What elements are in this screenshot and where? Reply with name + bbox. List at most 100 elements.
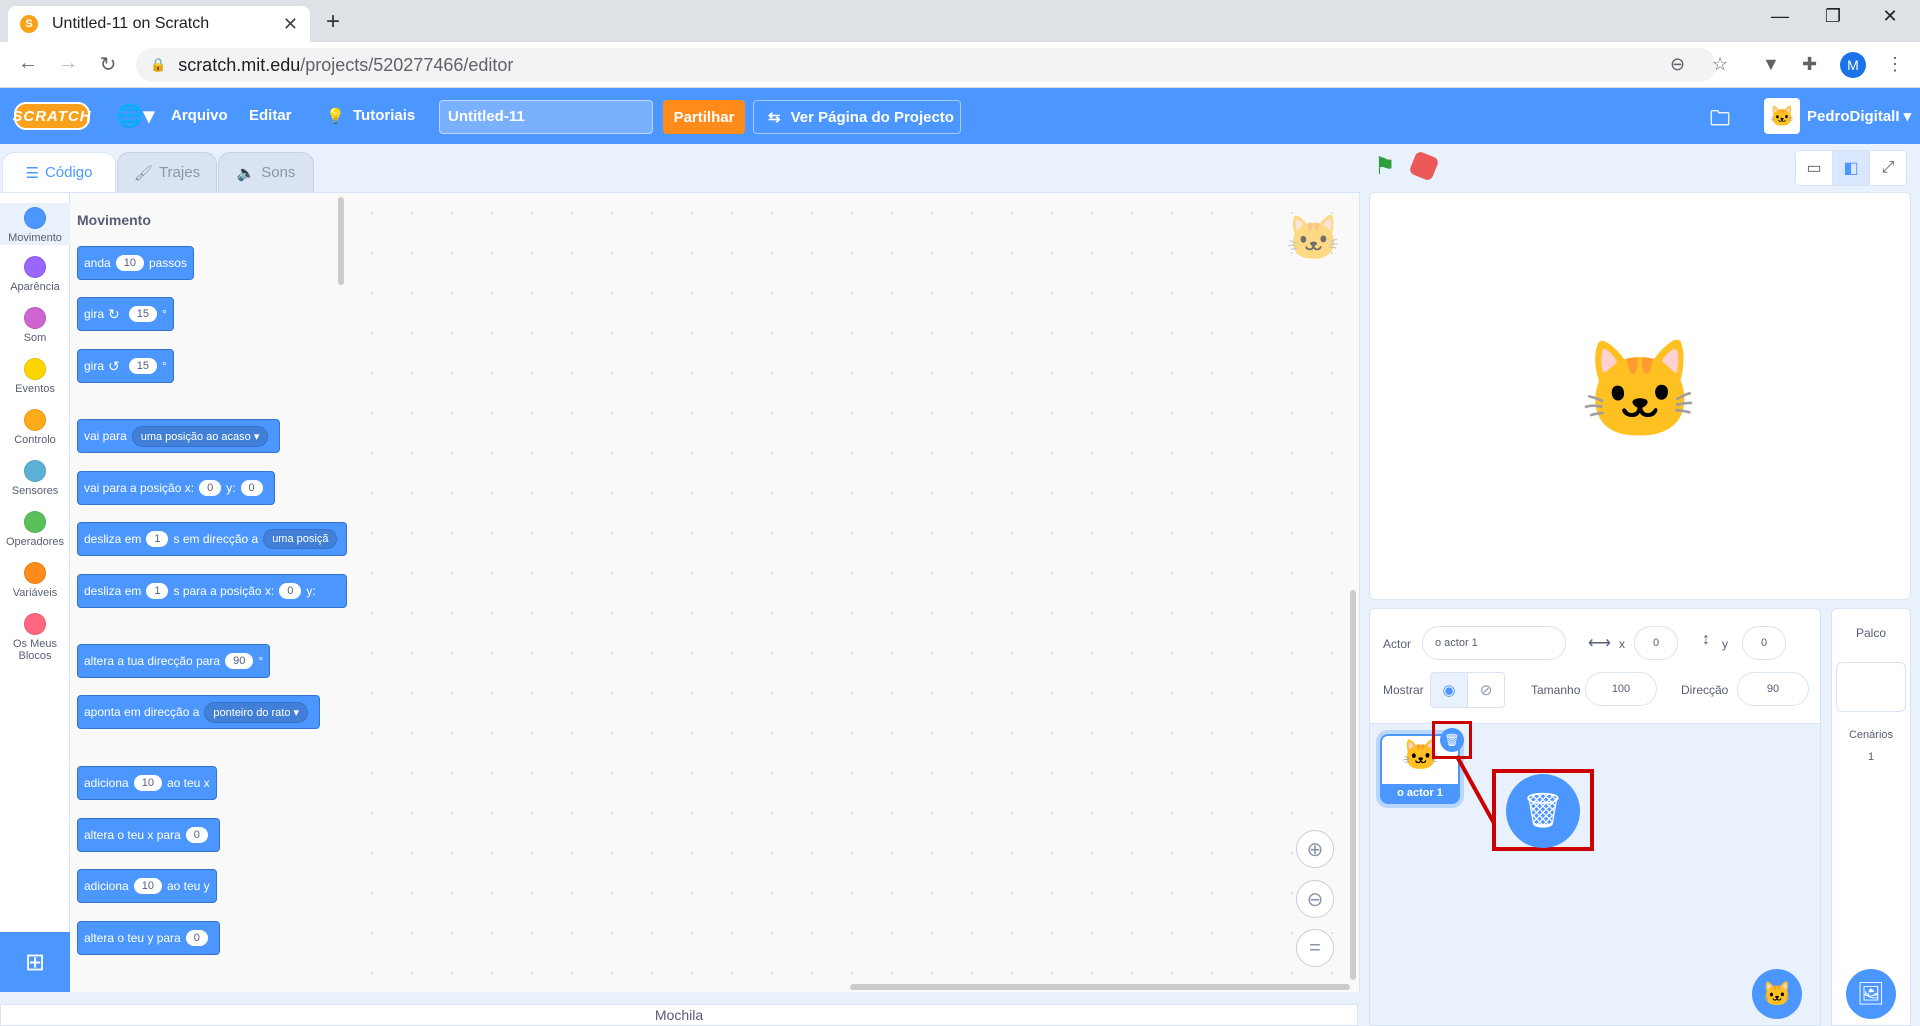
choose-sprite-button[interactable]: 🐱 bbox=[1752, 969, 1802, 1019]
normal-stage-button[interactable]: ◧ bbox=[1833, 151, 1870, 185]
brush-icon: 🖌 bbox=[133, 164, 153, 182]
stage-size-mode: ▭ ◧ ⤢ bbox=[1795, 150, 1907, 186]
block-goto[interactable]: vai para uma posição ao acaso ▾ bbox=[77, 419, 281, 453]
address-bar[interactable]: 🔒 scratch.mit.edu/projects/520277466/edi… bbox=[136, 48, 1716, 82]
delete-sprite-button[interactable]: 🗑 bbox=[1440, 728, 1464, 752]
category-control[interactable]: Controlo bbox=[0, 409, 70, 446]
back-button[interactable]: ← bbox=[14, 52, 42, 75]
block-turn-right[interactable]: gira ↻ 15 ° bbox=[77, 297, 174, 331]
zoom-out-button[interactable]: ⊖ bbox=[1296, 880, 1334, 918]
category-variables[interactable]: Variáveis bbox=[0, 562, 70, 599]
close-window-button[interactable]: ✕ bbox=[1870, 6, 1910, 27]
workspace-horizontal-scrollbar[interactable] bbox=[850, 984, 1350, 990]
block-move-steps[interactable]: anda 10 passos bbox=[77, 246, 194, 280]
browser-profile-avatar[interactable]: M bbox=[1840, 52, 1866, 78]
add-extension-button[interactable]: ⊞ bbox=[0, 932, 70, 992]
rotate-clockwise-icon: ↻ bbox=[108, 305, 120, 322]
backdrops-label: Cenários bbox=[1848, 729, 1894, 741]
minimize-window-button[interactable]: — bbox=[1760, 6, 1800, 27]
block-point-towards[interactable]: aponta em direcção a ponteiro do rato ▾ bbox=[77, 695, 321, 729]
extensions-puzzle-icon[interactable]: ✚ bbox=[1802, 54, 1817, 75]
palette-scrollbar[interactable] bbox=[338, 197, 344, 285]
category-my-blocks[interactable]: Os Meus Blocos bbox=[0, 613, 70, 662]
lightbulb-icon: 💡 bbox=[326, 108, 345, 125]
small-stage-button[interactable]: ▭ bbox=[1796, 151, 1833, 185]
block-turn-left[interactable]: gira ↺ 15 ° bbox=[77, 349, 174, 383]
stop-sign-icon[interactable] bbox=[1408, 150, 1440, 182]
fullscreen-button[interactable]: ⤢ bbox=[1870, 151, 1906, 185]
account-menu[interactable]: PedroDigitalI ▾ bbox=[1807, 107, 1911, 125]
size-label: Tamanho bbox=[1531, 683, 1581, 697]
project-title-input[interactable]: Untitled-11 bbox=[439, 100, 653, 134]
add-sprite-cat-icon: 🐱 bbox=[1762, 980, 1792, 1008]
menu-file[interactable]: Arquivo bbox=[171, 107, 228, 124]
tab-sounds[interactable]: 🔈 Sons bbox=[218, 152, 314, 192]
my-stuff-folder-icon[interactable]: 🗀 bbox=[1710, 104, 1730, 138]
browser-menu-icon[interactable]: ⋮ bbox=[1886, 54, 1904, 75]
restore-window-button[interactable]: ❐ bbox=[1813, 6, 1853, 27]
category-looks[interactable]: Aparência bbox=[0, 256, 70, 293]
tab-code[interactable]: ☰ Código bbox=[2, 152, 116, 192]
block-glide-to[interactable]: desliza em 1 s em direcção a uma posiçã bbox=[77, 522, 347, 556]
menu-edit[interactable]: Editar bbox=[249, 107, 292, 124]
see-project-page-button[interactable]: ⇆ Ver Página do Projecto bbox=[753, 100, 961, 134]
rotate-counterclockwise-icon: ↺ bbox=[108, 357, 120, 374]
backdrops-count: 1 bbox=[1867, 751, 1875, 763]
scratch-logo[interactable]: SCRATCH bbox=[12, 102, 91, 130]
block-set-x[interactable]: altera o teu x para 0 bbox=[77, 818, 220, 852]
extension-filter-icon[interactable]: ▼ bbox=[1762, 54, 1780, 75]
backpack-bar[interactable]: Mochila bbox=[0, 1004, 1358, 1026]
lock-icon: 🔒 bbox=[150, 57, 167, 72]
block-change-y[interactable]: adiciona 10 ao teu y bbox=[77, 869, 217, 903]
choose-backdrop-button[interactable]: 🖼 bbox=[1846, 969, 1896, 1019]
category-operators[interactable]: Operadores bbox=[0, 511, 70, 548]
horizontal-arrows-icon: ⟷ bbox=[1588, 635, 1611, 652]
show-label: Mostrar bbox=[1383, 683, 1424, 697]
sprite-name-input[interactable]: o actor 1 bbox=[1422, 626, 1566, 660]
category-motion[interactable]: Movimento bbox=[0, 203, 70, 245]
forward-button[interactable]: → bbox=[54, 52, 82, 75]
url-host: scratch.mit.edu bbox=[178, 54, 301, 75]
tab-costumes-label: Trajes bbox=[158, 164, 201, 181]
block-glide-xy[interactable]: desliza em 1 s para a posição x: 0 y: bbox=[77, 574, 347, 608]
hide-button[interactable]: ⊘ bbox=[1467, 672, 1505, 708]
stage-backdrop-thumbnail[interactable] bbox=[1836, 662, 1906, 712]
block-set-y[interactable]: altera o teu y para 0 bbox=[77, 921, 220, 955]
tab-costumes[interactable]: 🖌 Trajes bbox=[117, 152, 217, 192]
scratch-menu-bar: SCRATCH 🌐▾ Arquivo Editar 💡 Tutoriais Un… bbox=[0, 88, 1920, 144]
close-tab-icon[interactable]: ✕ bbox=[283, 14, 298, 35]
reload-button[interactable]: ↻ bbox=[94, 52, 122, 77]
language-globe-icon[interactable]: 🌐▾ bbox=[116, 103, 154, 129]
block-goto-xy[interactable]: vai para a posição x: 0 y: 0 bbox=[77, 471, 275, 505]
share-button[interactable]: Partilhar bbox=[663, 100, 745, 134]
zoom-in-icon: ⊕ bbox=[1306, 838, 1324, 861]
size-input[interactable]: 100 bbox=[1585, 672, 1657, 706]
direction-input[interactable]: 90 bbox=[1737, 672, 1809, 706]
sprite-info-panel: Actor o actor 1 ⟷ x 0 ↕ y 0 Mostrar ◉ ⊘ … bbox=[1369, 608, 1821, 724]
zoom-in-button[interactable]: ⊕ bbox=[1296, 830, 1334, 868]
bookmark-star-icon[interactable]: ☆ bbox=[1712, 54, 1728, 75]
x-input[interactable]: 0 bbox=[1634, 626, 1678, 660]
script-workspace[interactable] bbox=[352, 192, 1360, 992]
stage-pane-title: Palco bbox=[1855, 626, 1887, 640]
workspace-vertical-scrollbar[interactable] bbox=[1350, 590, 1356, 980]
block-categories: Movimento Aparência Som Eventos Controlo… bbox=[0, 192, 70, 992]
browser-toolbar: ← → ↻ 🔒 scratch.mit.edu/projects/5202774… bbox=[0, 42, 1920, 88]
sprite-name-label: Actor bbox=[1383, 637, 1412, 651]
zoom-reset-button[interactable]: = bbox=[1296, 929, 1334, 967]
category-sensing[interactable]: Sensores bbox=[0, 460, 70, 497]
sprite-cat-on-stage[interactable]: 🐱 bbox=[1580, 335, 1700, 447]
zoom-icon[interactable]: ⊖ bbox=[1670, 54, 1685, 75]
category-sound[interactable]: Som bbox=[0, 307, 70, 344]
show-visible-button[interactable]: ◉ bbox=[1430, 672, 1468, 708]
menu-tutorials[interactable]: Tutoriais bbox=[353, 107, 415, 124]
tab-code-label: Código bbox=[44, 164, 93, 181]
browser-tab[interactable]: S Untitled-11 on Scratch ✕ bbox=[8, 6, 310, 42]
block-point-direction[interactable]: altera a tua direcção para 90 ° bbox=[77, 644, 271, 678]
user-avatar[interactable]: 🐱 bbox=[1764, 98, 1800, 134]
green-flag-icon[interactable]: ⚑ bbox=[1374, 152, 1396, 181]
block-change-x[interactable]: adiciona 10 ao teu x bbox=[77, 766, 217, 800]
y-input[interactable]: 0 bbox=[1742, 626, 1786, 660]
new-tab-button[interactable]: + bbox=[326, 8, 340, 36]
category-events[interactable]: Eventos bbox=[0, 358, 70, 395]
